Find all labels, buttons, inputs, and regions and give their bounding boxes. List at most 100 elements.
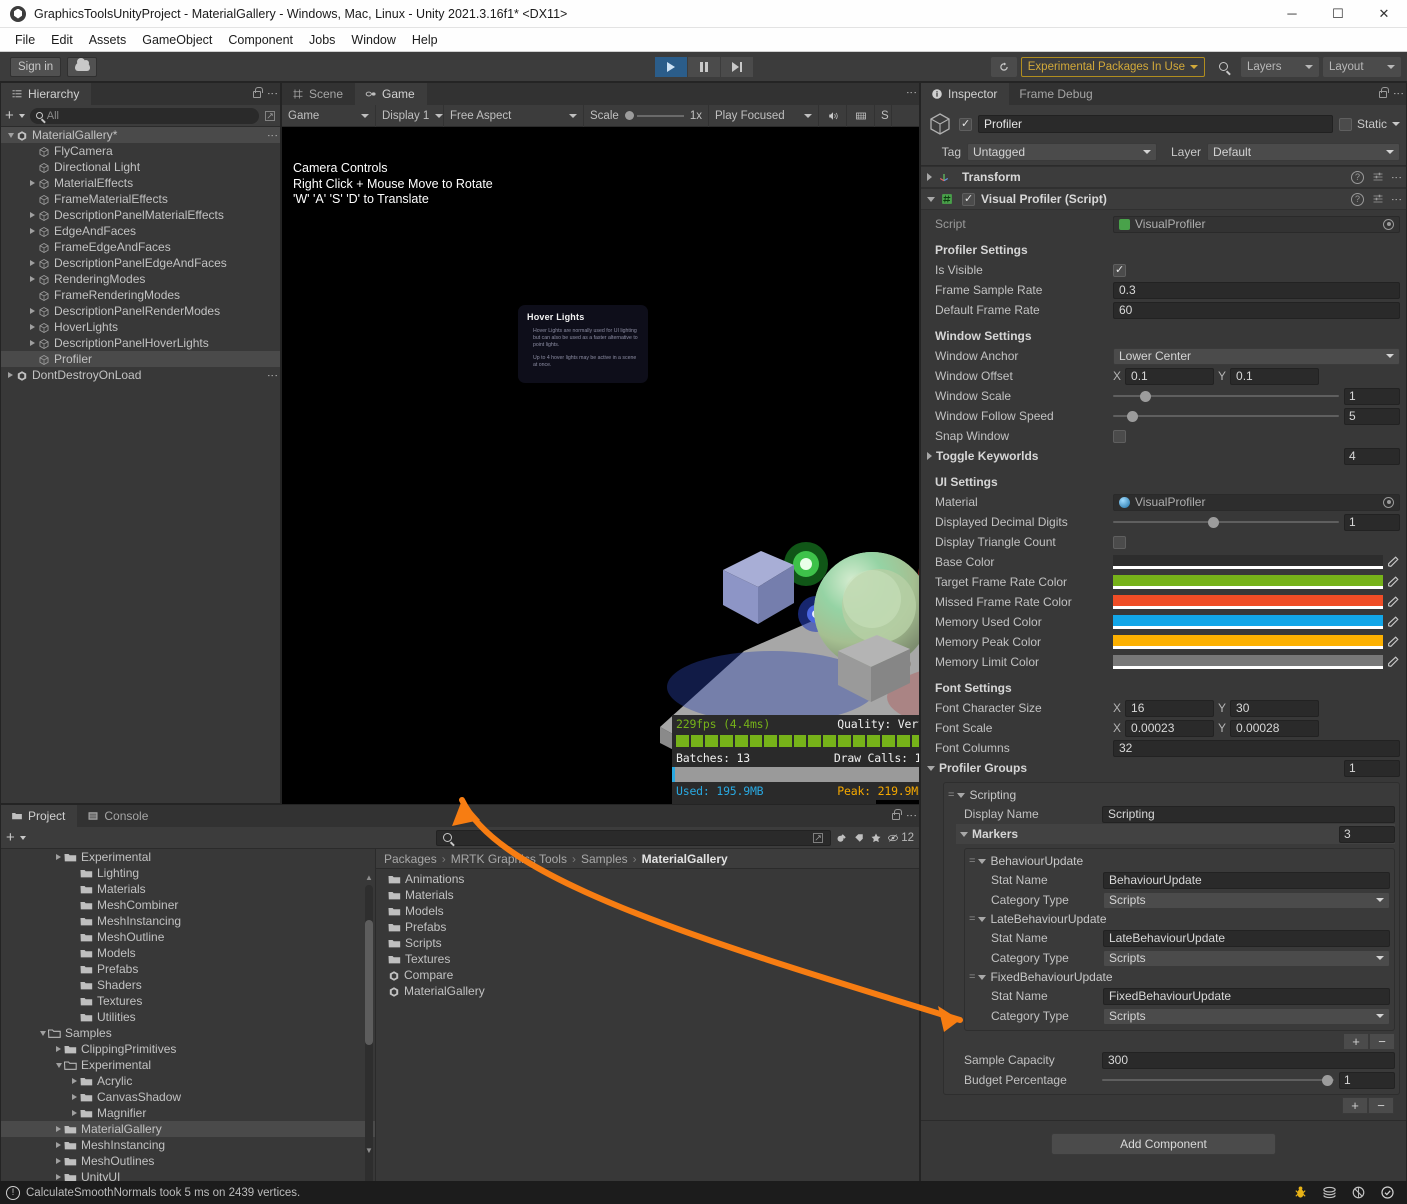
project-tree-item-samples[interactable]: Samples: [1, 1025, 375, 1041]
hierarchy-item-descriptionpaneledgeandfaces[interactable]: DescriptionPanelEdgeAndFaces: [1, 255, 280, 271]
create-asset-button[interactable]: +: [6, 831, 15, 844]
toggle-keyworlds-count[interactable]: 4: [1344, 448, 1400, 465]
color-swatch[interactable]: [1113, 595, 1383, 609]
game-target-dropdown[interactable]: Game: [282, 105, 376, 127]
add-group-button[interactable]: +: [1342, 1097, 1368, 1114]
hierarchy-tree[interactable]: MaterialGallery*⋮FlyCameraDirectional Li…: [1, 127, 280, 803]
displayed-decimal-digits-input[interactable]: 1: [1344, 514, 1400, 531]
kebab-menu-icon[interactable]: ⋮: [268, 88, 276, 98]
font-scale-y-input[interactable]: 0.00028: [1230, 720, 1319, 737]
experimental-packages-button[interactable]: Experimental Packages In Use: [1021, 57, 1205, 77]
tab-frame-debug[interactable]: Frame Debug: [1009, 83, 1104, 105]
eyedropper-icon[interactable]: [1386, 595, 1400, 609]
project-contents-list[interactable]: AnimationsMaterialsModelsPrefabsScriptsT…: [376, 869, 919, 999]
project-asset-materialgallery[interactable]: MaterialGallery: [376, 983, 919, 999]
font-scale-x-input[interactable]: 0.00023: [1125, 720, 1214, 737]
chevron-down-icon[interactable]: [978, 975, 986, 980]
hierarchy-item-edgeandfaces[interactable]: EdgeAndFaces: [1, 223, 280, 239]
eyedropper-icon[interactable]: [1386, 655, 1400, 669]
frame-sample-rate-input[interactable]: 0.3: [1113, 282, 1400, 299]
object-picker-icon[interactable]: [1383, 497, 1394, 508]
hierarchy-item-dontdestroyonload[interactable]: DontDestroyOnLoad⋮: [1, 367, 280, 383]
chevron-right-icon[interactable]: [5, 372, 16, 378]
chevron-right-icon[interactable]: [27, 324, 38, 330]
hierarchy-item-frameedgeandfaces[interactable]: FrameEdgeAndFaces: [1, 239, 280, 255]
hierarchy-item-descriptionpanelmaterialeffects[interactable]: DescriptionPanelMaterialEffects: [1, 207, 280, 223]
cloud-button[interactable]: [67, 57, 97, 77]
display-name-input[interactable]: Scripting: [1102, 806, 1395, 823]
window-offset-x-input[interactable]: 0.1: [1125, 368, 1214, 385]
project-tree-item-meshinstancing[interactable]: MeshInstancing: [1, 1137, 375, 1153]
project-asset-prefabs[interactable]: Prefabs: [376, 919, 919, 935]
chevron-down-icon[interactable]: [927, 197, 935, 202]
color-swatch[interactable]: [1113, 575, 1383, 589]
hierarchy-item-materialgallery[interactable]: MaterialGallery*⋮: [1, 127, 280, 143]
filter-label-icon[interactable]: [853, 832, 865, 844]
marker-header[interactable]: =LateBehaviourUpdate: [969, 910, 1390, 928]
category-type-dropdown[interactable]: Scripts: [1103, 892, 1390, 909]
font-character-size-x-input[interactable]: 16: [1125, 700, 1214, 717]
menu-help[interactable]: Help: [405, 30, 445, 50]
scale-knob[interactable]: [625, 111, 634, 120]
mute-audio-button[interactable]: [819, 105, 847, 127]
chevron-right-icon[interactable]: [27, 180, 38, 186]
chevron-right-icon[interactable]: [53, 1158, 64, 1164]
add-marker-button[interactable]: +: [1343, 1033, 1369, 1050]
pause-button[interactable]: [688, 57, 720, 77]
lock-icon[interactable]: [253, 91, 261, 98]
project-tree-item-prefabs[interactable]: Prefabs: [1, 961, 375, 977]
project-asset-models[interactable]: Models: [376, 903, 919, 919]
project-tree-item-meshinstancing[interactable]: MeshInstancing: [1, 913, 375, 929]
marker-header[interactable]: =BehaviourUpdate: [969, 852, 1390, 870]
script-object-field[interactable]: VisualProfiler: [1113, 216, 1400, 233]
project-tree-item-shaders[interactable]: Shaders: [1, 977, 375, 993]
layer-dropdown[interactable]: Default: [1207, 143, 1400, 161]
stat-name-input[interactable]: BehaviourUpdate: [1103, 872, 1390, 889]
chevron-down-icon[interactable]: [960, 832, 968, 837]
remove-marker-button[interactable]: −: [1369, 1033, 1395, 1050]
play-mode-dropdown[interactable]: Play Focused: [709, 105, 819, 127]
project-tree-item-meshoutlines[interactable]: MeshOutlines: [1, 1153, 375, 1169]
tab-project[interactable]: Project: [1, 805, 77, 827]
hierarchy-item-descriptionpanelhoverlights[interactable]: DescriptionPanelHoverLights: [1, 335, 280, 351]
minimize-button[interactable]: ─: [1269, 0, 1315, 28]
preset-icon[interactable]: [1372, 171, 1384, 183]
project-tree-item-experimental[interactable]: Experimental: [1, 1057, 375, 1073]
display-dropdown[interactable]: Display 1: [376, 105, 444, 127]
is-visible-checkbox[interactable]: [1113, 264, 1126, 277]
component-header-transform[interactable]: Transform ? ⋮: [921, 166, 1406, 188]
chevron-down-icon[interactable]: [5, 133, 16, 138]
project-asset-materials[interactable]: Materials: [376, 887, 919, 903]
project-tree-item-textures[interactable]: Textures: [1, 993, 375, 1009]
chevron-down-icon[interactable]: [1392, 122, 1400, 126]
gameobject-enabled-checkbox[interactable]: [959, 118, 972, 131]
kebab-menu-icon[interactable]: ⋮: [907, 810, 915, 820]
sample-capacity-input[interactable]: 300: [1102, 1052, 1395, 1069]
chevron-right-icon[interactable]: [53, 854, 64, 860]
close-button[interactable]: ✕: [1361, 0, 1407, 28]
open-external-icon[interactable]: [264, 110, 276, 122]
chevron-right-icon[interactable]: [53, 1126, 64, 1132]
help-icon[interactable]: ?: [1351, 171, 1364, 184]
project-asset-textures[interactable]: Textures: [376, 951, 919, 967]
project-tree-item-magnifier[interactable]: Magnifier: [1, 1105, 375, 1121]
color-swatch[interactable]: [1113, 555, 1383, 569]
lock-icon[interactable]: [1379, 91, 1387, 98]
eyedropper-icon[interactable]: [1386, 635, 1400, 649]
chevron-right-icon[interactable]: [927, 173, 932, 181]
project-tree-item-utilities[interactable]: Utilities: [1, 1009, 375, 1025]
chevron-down-icon[interactable]: [53, 1063, 64, 1068]
color-swatch[interactable]: [1113, 635, 1383, 649]
sign-in-button[interactable]: Sign in: [10, 57, 61, 77]
project-tree-item-models[interactable]: Models: [1, 945, 375, 961]
drag-handle-icon[interactable]: =: [969, 855, 974, 867]
drag-handle-icon[interactable]: =: [969, 971, 974, 983]
chevron-right-icon[interactable]: [27, 308, 38, 314]
color-swatch[interactable]: [1113, 655, 1383, 669]
project-tree-item-lighting[interactable]: Lighting: [1, 865, 375, 881]
window-scale-input[interactable]: 1: [1344, 388, 1400, 405]
layout-dropdown[interactable]: Layout: [1323, 57, 1401, 77]
preset-icon[interactable]: [1372, 193, 1384, 205]
kebab-menu-icon[interactable]: ⋮: [1392, 172, 1400, 182]
window-follow-speed-input[interactable]: 5: [1344, 408, 1400, 425]
